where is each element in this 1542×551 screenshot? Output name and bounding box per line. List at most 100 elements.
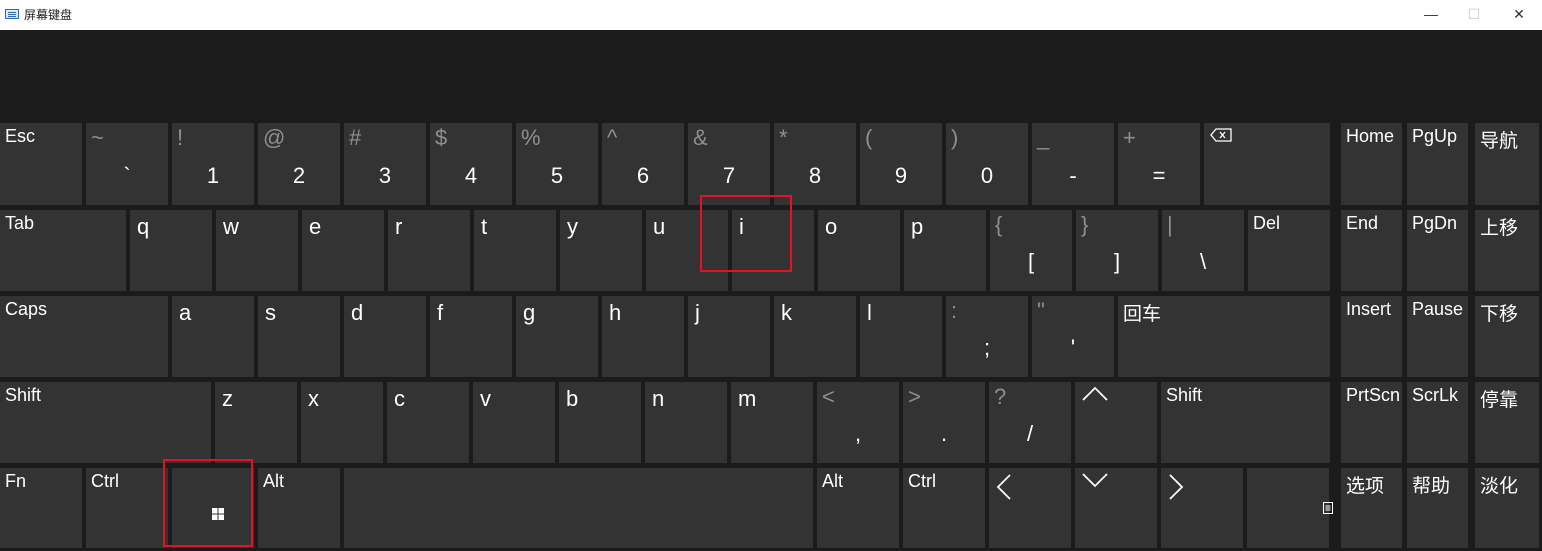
key-l[interactable]: l	[860, 296, 942, 377]
key-h[interactable]: h	[602, 296, 684, 377]
key-win[interactable]	[172, 468, 254, 548]
key-8[interactable]: * 8	[774, 123, 856, 205]
key-2[interactable]: @2	[258, 123, 340, 205]
key-n[interactable]: n	[645, 382, 727, 463]
key-d[interactable]: d	[344, 296, 426, 377]
key-enter[interactable]: 回车	[1118, 296, 1330, 377]
minimize-button[interactable]: —	[1408, 0, 1454, 30]
key-g[interactable]: g	[516, 296, 598, 377]
key-main-symbol: 0	[980, 163, 994, 188]
key-lalt[interactable]: Alt	[258, 468, 340, 548]
key-quote[interactable]: " '	[1032, 296, 1114, 377]
key-minus[interactable]: _ -	[1032, 123, 1114, 205]
key-esc[interactable]: Esc	[0, 123, 82, 205]
key-p[interactable]: p	[904, 210, 986, 291]
key-down[interactable]	[1075, 468, 1157, 548]
key-main-symbol: -	[1069, 163, 1077, 188]
window-title: 屏幕键盘	[24, 8, 73, 22]
close-button[interactable]: ✕	[1496, 0, 1542, 30]
key-x[interactable]: x	[301, 382, 383, 463]
key-v[interactable]: v	[473, 382, 555, 463]
key-space[interactable]	[344, 468, 813, 548]
key-equals[interactable]: + =	[1118, 123, 1200, 205]
key-q[interactable]: q	[130, 210, 212, 291]
pad-key-2-1[interactable]: Pause	[1407, 296, 1468, 377]
pad-key-0-1[interactable]: PgUp	[1407, 123, 1468, 205]
key-w[interactable]: w	[216, 210, 298, 291]
key-letter: y	[567, 214, 578, 239]
key-b[interactable]: b	[559, 382, 641, 463]
key-comma[interactable]: <,	[817, 382, 899, 463]
pad-key-0-0[interactable]: Home	[1341, 123, 1402, 205]
key-u[interactable]: u	[646, 210, 728, 291]
key-menu[interactable]	[1247, 468, 1333, 548]
pad-key-2-2[interactable]: 下移	[1475, 296, 1539, 377]
key-lctrl[interactable]: Ctrl	[86, 468, 168, 548]
key-lbracket[interactable]: {[	[990, 210, 1072, 291]
key-backspace[interactable]	[1204, 123, 1330, 205]
key-e[interactable]: e	[302, 210, 384, 291]
key-1[interactable]: ! 1	[172, 123, 254, 205]
pad-key-1-2[interactable]: 上移	[1475, 210, 1539, 291]
key-right[interactable]	[1161, 468, 1243, 548]
key-slash[interactable]: ? /	[989, 382, 1071, 463]
pad-key-1-1[interactable]: PgDn	[1407, 210, 1468, 291]
key-3[interactable]: #3	[344, 123, 426, 205]
key-left[interactable]	[989, 468, 1071, 548]
pad-key-2-0[interactable]: Insert	[1341, 296, 1402, 377]
key-5[interactable]: % 5	[516, 123, 598, 205]
key-z[interactable]: z	[215, 382, 297, 463]
key-y[interactable]: y	[560, 210, 642, 291]
key-c[interactable]: c	[387, 382, 469, 463]
key-9[interactable]: (9	[860, 123, 942, 205]
key-letter: c	[394, 386, 405, 411]
key-main-symbol: =	[1152, 163, 1166, 188]
key-tab[interactable]: Tab	[0, 210, 126, 291]
pad-key-3-0[interactable]: PrtScn	[1341, 382, 1402, 463]
pad-key-0-2[interactable]: 导航	[1475, 123, 1539, 205]
pad-key-label: Pause	[1412, 299, 1464, 319]
key-period[interactable]: >.	[903, 382, 985, 463]
key-rctrl[interactable]: Ctrl	[903, 468, 985, 548]
pad-key-4-2[interactable]: 淡化	[1475, 468, 1539, 548]
key-0[interactable]: ) 0	[946, 123, 1028, 205]
key-label: 回车	[1123, 304, 1162, 325]
key-backtick[interactable]: ~ `	[86, 123, 168, 205]
pad-key-4-1[interactable]: 帮助	[1407, 468, 1468, 548]
key-main-symbol: 1	[206, 163, 220, 188]
key-i[interactable]: i	[732, 210, 814, 291]
pad-key-1-0[interactable]: End	[1341, 210, 1402, 291]
key-o[interactable]: o	[818, 210, 900, 291]
key-k[interactable]: k	[774, 296, 856, 377]
key-shift-symbol: @	[263, 125, 286, 150]
pad-key-3-1[interactable]: ScrLk	[1407, 382, 1468, 463]
key-j[interactable]: j	[688, 296, 770, 377]
key-backslash[interactable]: | \	[1162, 210, 1244, 291]
key-4[interactable]: $4	[430, 123, 512, 205]
pad-key-label: End	[1346, 213, 1379, 233]
key-letter: z	[222, 386, 233, 411]
key-t[interactable]: t	[474, 210, 556, 291]
key-up[interactable]	[1075, 382, 1157, 463]
maximize-button[interactable]: ☐	[1451, 0, 1497, 30]
key-main-symbol: \	[1199, 249, 1207, 274]
pad-key-4-0[interactable]: 选项	[1341, 468, 1402, 548]
key-caps[interactable]: Caps	[0, 296, 168, 377]
keyboard-icon	[5, 9, 19, 19]
key-semicolon[interactable]: :;	[946, 296, 1028, 377]
key-ralt[interactable]: Alt	[817, 468, 899, 548]
key-lshift[interactable]: Shift	[0, 382, 211, 463]
key-s[interactable]: s	[258, 296, 340, 377]
key-7[interactable]: & 7	[688, 123, 770, 205]
pad-key-3-2[interactable]: 停靠	[1475, 382, 1539, 463]
key-main-symbol: 2	[292, 163, 306, 188]
key-a[interactable]: a	[172, 296, 254, 377]
key-r[interactable]: r	[388, 210, 470, 291]
key-fn[interactable]: Fn	[0, 468, 82, 548]
key-m[interactable]: m	[731, 382, 813, 463]
key-rshift[interactable]: Shift	[1161, 382, 1330, 463]
key-rbracket[interactable]: }]	[1076, 210, 1158, 291]
key-del[interactable]: Del	[1248, 210, 1330, 291]
key-6[interactable]: ^ 6	[602, 123, 684, 205]
key-f[interactable]: f	[430, 296, 512, 377]
